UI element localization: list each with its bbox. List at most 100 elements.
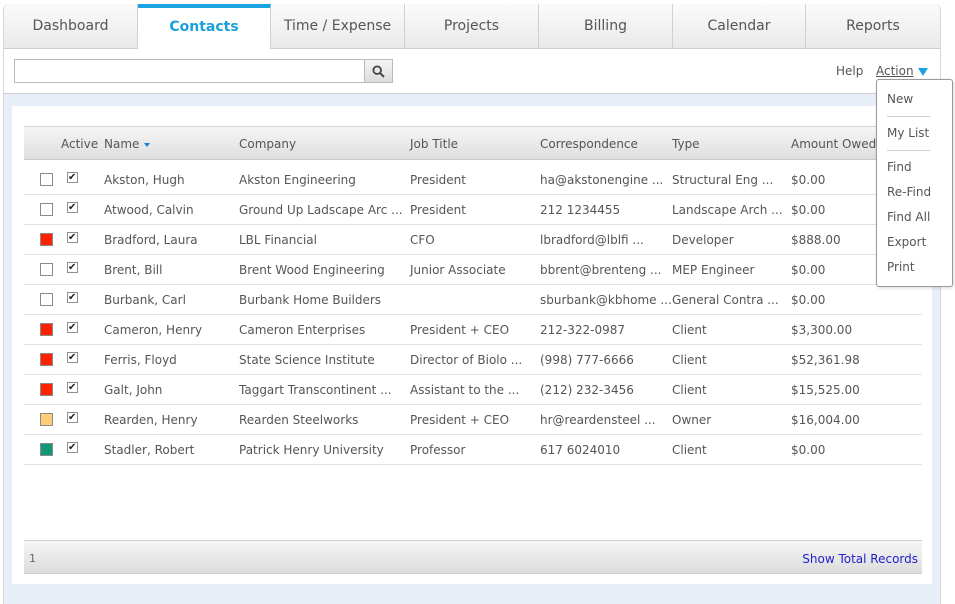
- table-row[interactable]: Burbank, Carl Burbank Home Builders sburba…: [24, 285, 922, 315]
- job-title-cell: Director of Biolo ...: [410, 353, 523, 367]
- menu-item-print[interactable]: Print: [887, 260, 915, 274]
- table-row[interactable]: Rearden, Henry Rearden Steelworks Presiden…: [24, 405, 922, 435]
- menu-item-my-list[interactable]: My List: [887, 126, 929, 140]
- type-cell: Client: [672, 383, 707, 397]
- company-cell: Brent Wood Engineering: [239, 263, 385, 277]
- search-button[interactable]: [364, 59, 393, 83]
- menu-item-find[interactable]: Find: [887, 160, 912, 174]
- caret-down-icon[interactable]: [918, 68, 928, 76]
- color-flag: [40, 233, 53, 246]
- active-checkbox[interactable]: [67, 322, 78, 333]
- menu-divider: [887, 116, 930, 117]
- contact-name: Ferris, Floyd: [104, 353, 177, 367]
- tab-time-expense[interactable]: Time / Expense: [271, 4, 405, 49]
- active-checkbox[interactable]: [67, 352, 78, 363]
- table-row[interactable]: Atwood, Calvin Ground Up Ladscape Arc ...…: [24, 195, 922, 225]
- table-row[interactable]: Stadler, Robert Patrick Henry University P…: [24, 435, 922, 465]
- company-cell: Patrick Henry University: [239, 443, 384, 457]
- company-cell: Burbank Home Builders: [239, 293, 382, 307]
- contact-name: Bradford, Laura: [104, 233, 198, 247]
- help-link[interactable]: Help: [836, 64, 863, 78]
- color-flag: [40, 353, 53, 366]
- correspondence-cell: 617 6024010: [540, 443, 621, 457]
- action-menu-link[interactable]: Action: [876, 64, 914, 78]
- table-row[interactable]: Cameron, Henry Cameron Enterprises Preside…: [24, 315, 922, 345]
- toolbar: Help Action: [4, 49, 940, 94]
- correspondence-cell: bbrent@brenteng ...: [540, 263, 662, 277]
- job-title-cell: President: [410, 203, 466, 217]
- correspondence-cell: 212 1234455: [540, 203, 621, 217]
- menu-item-export[interactable]: Export: [887, 235, 926, 249]
- contacts-table-body: Akston, Hugh Akston Engineering President h…: [24, 165, 922, 465]
- tab-projects[interactable]: Projects: [405, 4, 539, 49]
- show-total-records-link[interactable]: Show Total Records: [802, 552, 918, 566]
- amount-owed-cell: $15,525.00: [791, 383, 860, 397]
- company-cell: Taggart Transcontinent ...: [239, 383, 392, 397]
- type-cell: Developer: [672, 233, 734, 247]
- active-checkbox[interactable]: [67, 442, 78, 453]
- menu-item-find-all[interactable]: Find All: [887, 210, 930, 224]
- tab-reports[interactable]: Reports: [806, 4, 940, 49]
- active-checkbox[interactable]: [67, 172, 78, 183]
- company-cell: LBL Financial: [239, 233, 317, 247]
- column-header-name[interactable]: Name: [104, 137, 151, 151]
- action-dropdown-menu: New My List Find Re-Find Find All Export…: [876, 79, 953, 287]
- menu-item-new[interactable]: New: [887, 92, 913, 106]
- table-row[interactable]: Ferris, Floyd State Science Institute Dire…: [24, 345, 922, 375]
- tab-calendar[interactable]: Calendar: [673, 4, 806, 49]
- active-checkbox[interactable]: [67, 262, 78, 273]
- job-title-cell: Assistant to the ...: [410, 383, 520, 397]
- color-flag: [40, 383, 53, 396]
- amount-owed-cell: $52,361.98: [791, 353, 860, 367]
- contact-name: Stadler, Robert: [104, 443, 195, 457]
- column-header-company[interactable]: Company: [239, 137, 296, 151]
- column-header-type[interactable]: Type: [672, 137, 700, 151]
- job-title-cell: President + CEO: [410, 323, 510, 337]
- column-header-job-title[interactable]: Job Title: [410, 137, 458, 151]
- contacts-panel: Active Name Company Job Title Correspond…: [12, 106, 932, 584]
- tab-dashboard[interactable]: Dashboard: [4, 4, 138, 49]
- tab-billing[interactable]: Billing: [539, 4, 673, 49]
- table-row[interactable]: Bradford, Laura LBL Financial CFO lbradford…: [24, 225, 922, 255]
- contact-name: Cameron, Henry: [104, 323, 203, 337]
- active-checkbox[interactable]: [67, 202, 78, 213]
- active-checkbox[interactable]: [67, 232, 78, 243]
- tab-contacts[interactable]: Contacts: [138, 4, 271, 49]
- search-input[interactable]: [14, 59, 364, 83]
- color-flag: [40, 413, 53, 426]
- contact-name: Atwood, Calvin: [104, 203, 194, 217]
- column-header-amount-owed[interactable]: Amount Owed: [791, 137, 876, 151]
- type-cell: Structural Eng ...: [672, 173, 774, 187]
- correspondence-cell: (212) 232-3456: [540, 383, 634, 397]
- type-cell: Client: [672, 443, 707, 457]
- active-checkbox[interactable]: [67, 412, 78, 423]
- column-header-active[interactable]: Active: [61, 137, 98, 151]
- color-flag: [40, 293, 53, 306]
- search-icon: [372, 64, 385, 78]
- column-header-correspondence[interactable]: Correspondence: [540, 137, 638, 151]
- correspondence-cell: 212-322-0987: [540, 323, 626, 337]
- type-cell: General Contra ...: [672, 293, 779, 307]
- company-cell: Akston Engineering: [239, 173, 356, 187]
- amount-owed-cell: $0.00: [791, 173, 826, 187]
- amount-owed-cell: $0.00: [791, 263, 826, 277]
- grid-header: Active Name Company Job Title Correspond…: [24, 126, 922, 160]
- active-checkbox[interactable]: [67, 292, 78, 303]
- correspondence-cell: (998) 777-6666: [540, 353, 634, 367]
- color-flag: [40, 203, 53, 216]
- color-flag: [40, 323, 53, 336]
- table-row[interactable]: Brent, Bill Brent Wood Engineering Junior …: [24, 255, 922, 285]
- amount-owed-cell: $0.00: [791, 203, 826, 217]
- menu-divider: [887, 150, 930, 151]
- table-row[interactable]: Galt, John Taggart Transcontinent ... Assi…: [24, 375, 922, 405]
- column-header-name-label: Name: [104, 137, 140, 151]
- active-checkbox[interactable]: [67, 382, 78, 393]
- table-row[interactable]: Akston, Hugh Akston Engineering President h…: [24, 165, 922, 195]
- page-number: 1: [29, 552, 36, 565]
- main-tabs: Dashboard Contacts Time / Expense Projec…: [4, 4, 940, 49]
- menu-item-re-find[interactable]: Re-Find: [887, 185, 931, 199]
- company-cell: State Science Institute: [239, 353, 375, 367]
- grid-footer: 1 Show Total Records: [24, 540, 922, 574]
- correspondence-cell: ha@akstonengine ...: [540, 173, 664, 187]
- sort-desc-icon: [144, 142, 151, 147]
